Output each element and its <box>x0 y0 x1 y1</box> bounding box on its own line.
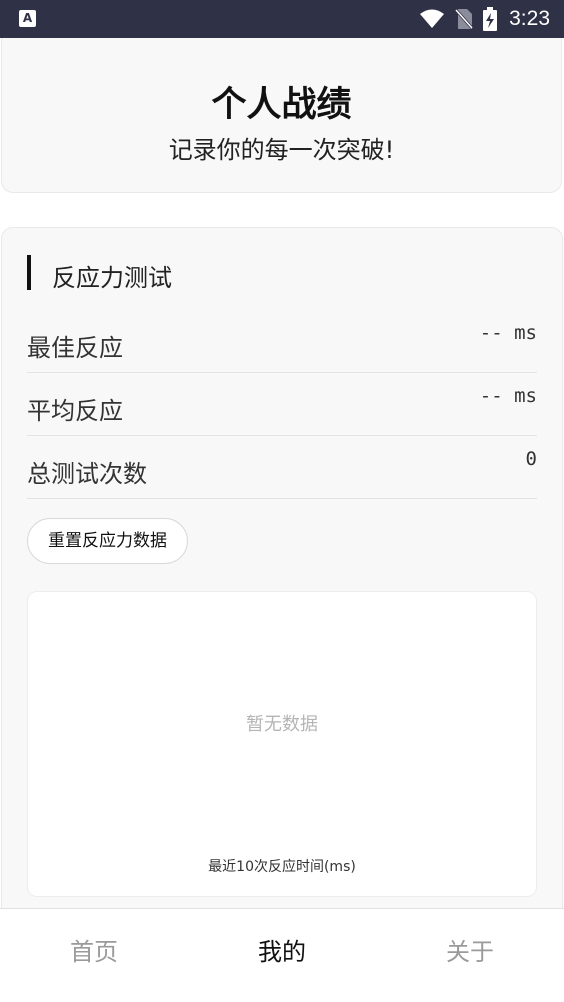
page-subtitle: 记录你的每一次突破! <box>168 136 395 164</box>
stat-value: -- ms <box>479 385 537 407</box>
wifi-icon <box>420 9 445 28</box>
app-notification-icon: A <box>19 10 36 27</box>
bottom-nav: 首页 我的 关于 <box>0 908 564 1002</box>
battery-charging-icon <box>483 7 498 31</box>
status-icons: 3:23 <box>419 0 550 38</box>
chart-empty-text: 暂无数据 <box>246 714 318 735</box>
stat-value: -- ms <box>479 322 537 344</box>
reset-reaction-data-button[interactable]: 重置反应力数据 <box>27 518 188 564</box>
stat-row-average: 平均反应 -- ms <box>27 373 537 436</box>
nav-item-about[interactable]: 关于 <box>376 909 564 1002</box>
stat-row-total: 总测试次数 0 <box>27 436 537 499</box>
status-bar: A 3:23 <box>0 0 564 38</box>
nav-item-home[interactable]: 首页 <box>0 909 188 1002</box>
stat-label: 平均反应 <box>27 397 123 425</box>
profile-page[interactable]: 个人战绩 记录你的每一次突破! 反应力测试 最佳反应 -- ms 平均反应 --… <box>0 38 564 908</box>
reaction-chart: 暂无数据 最近10次反应时间(ms) <box>27 591 537 897</box>
stat-value: 0 <box>525 448 537 470</box>
nav-item-mine[interactable]: 我的 <box>188 909 376 1002</box>
stat-row-best: 最佳反应 -- ms <box>27 310 537 373</box>
status-time: 3:23 <box>509 7 550 30</box>
stat-label: 最佳反应 <box>27 334 123 362</box>
chart-caption: 最近10次反应时间(ms) <box>208 859 356 875</box>
no-sim-icon <box>455 9 474 29</box>
section-title: 反应力测试 <box>52 264 172 292</box>
header-card: 个人战绩 记录你的每一次突破! <box>1 38 562 193</box>
reaction-stats-card: 反应力测试 最佳反应 -- ms 平均反应 -- ms 总测试次数 0 重置反应… <box>1 227 563 908</box>
page-title: 个人战绩 <box>211 85 352 125</box>
stat-label: 总测试次数 <box>27 460 147 488</box>
section-accent-bar <box>27 255 31 290</box>
